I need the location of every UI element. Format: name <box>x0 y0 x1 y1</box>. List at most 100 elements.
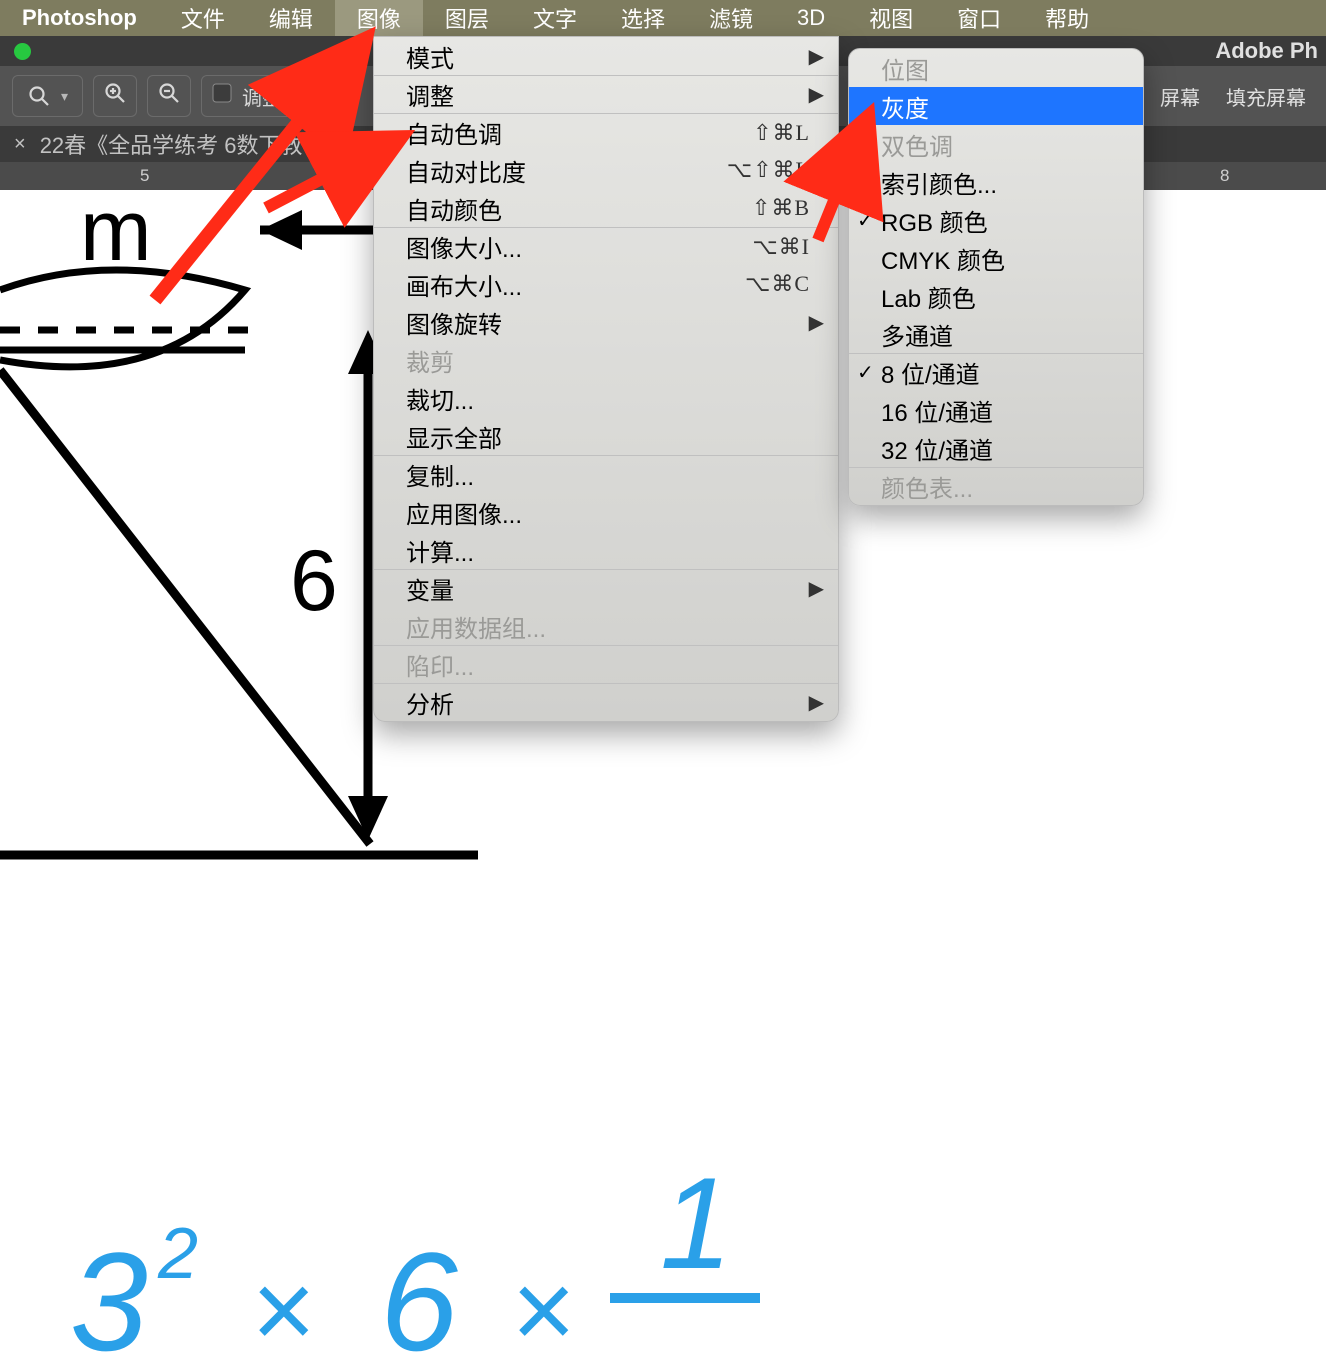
menu-text[interactable]: 文字 <box>511 0 599 36</box>
submenu-arrow-icon: ▶ <box>809 690 824 715</box>
ruler-tick: 5 <box>140 166 149 186</box>
menu-item-label: 索引颜色... <box>881 165 1115 200</box>
menu-edit[interactable]: 编辑 <box>247 0 335 36</box>
menu-item[interactable]: 模式▶ <box>374 37 838 75</box>
menu-layer[interactable]: 图层 <box>423 0 511 36</box>
mode-submenu: 位图灰度双色调索引颜色... ✓ RGB 颜色CMYK 颜色Lab 颜色多通道 ✓ 8 … <box>848 48 1144 506</box>
svg-text:×: × <box>250 1249 314 1360</box>
menu-item-label: 画布大小... <box>406 267 745 302</box>
zoom-tool-selector[interactable]: ▾ <box>12 75 83 117</box>
menu-item: 陷印... <box>374 645 838 683</box>
tab-filename[interactable]: 22春《全品学练考 6数下教 <box>40 128 303 160</box>
menu-item[interactable]: CMYK 颜色 <box>849 239 1143 277</box>
fill-screen-label[interactable]: 填充屏幕 <box>1218 82 1314 111</box>
zoom-out-button[interactable] <box>147 75 191 117</box>
zoom-out-icon <box>157 81 181 111</box>
zoom-in-icon <box>103 81 127 111</box>
menu-item[interactable]: 自动对比度⌥⇧⌘L <box>374 151 838 189</box>
traffic-light-close[interactable] <box>14 43 31 60</box>
ruler-tick: 8 <box>1220 166 1229 186</box>
checkmark-icon: ✓ <box>857 208 874 233</box>
menu-item[interactable]: ✓ RGB 颜色 <box>849 201 1143 239</box>
menu-item-label: 复制... <box>406 457 810 492</box>
menu-item[interactable]: 图像旋转▶ <box>374 303 838 341</box>
menu-item[interactable]: 调整▶ <box>374 75 838 113</box>
menu-file[interactable]: 文件 <box>159 0 247 36</box>
menu-3d[interactable]: 3D <box>775 0 847 36</box>
menu-item-label: 位图 <box>881 51 1115 86</box>
checkmark-icon: ✓ <box>857 360 874 385</box>
menu-shortcut: ⇧⌘B <box>752 195 810 221</box>
menu-item: 应用数据组... <box>374 607 838 645</box>
menu-window[interactable]: 窗口 <box>935 0 1023 36</box>
zoom-in-button[interactable] <box>93 75 137 117</box>
menu-filter[interactable]: 滤镜 <box>687 0 775 36</box>
menu-item-label: 分析 <box>406 685 810 720</box>
menu-item-label: 自动色调 <box>406 115 753 150</box>
menu-item-label: 多通道 <box>881 317 1115 352</box>
menu-item-label: 应用数据组... <box>406 609 810 644</box>
menu-select[interactable]: 选择 <box>599 0 687 36</box>
document-title: Adobe Ph <box>1215 38 1318 64</box>
submenu-arrow-icon: ▶ <box>809 576 824 601</box>
submenu-arrow-icon: ▶ <box>809 44 824 69</box>
menu-item[interactable]: 16 位/通道 <box>849 391 1143 429</box>
fit-screen-label[interactable]: 屏幕 <box>1152 82 1208 111</box>
menu-item-label: 裁剪 <box>406 343 810 378</box>
menu-item[interactable]: 画布大小...⌥⌘C <box>374 265 838 303</box>
menu-item-label: 模式 <box>406 39 810 74</box>
menu-item[interactable]: 图像大小...⌥⌘I <box>374 227 838 265</box>
menu-item[interactable]: 32 位/通道 <box>849 429 1143 467</box>
tab-close-icon[interactable]: × <box>14 133 26 156</box>
artwork-text-6: 6 <box>290 533 338 629</box>
menu-help[interactable]: 帮助 <box>1023 0 1111 36</box>
menu-shortcut: ⇧⌘L <box>753 120 810 146</box>
menu-item[interactable]: 裁切... <box>374 379 838 417</box>
menu-item-label: 调整 <box>406 77 810 112</box>
menu-item-label: 32 位/通道 <box>881 431 1115 466</box>
menu-item[interactable]: 自动色调⇧⌘L <box>374 113 838 151</box>
menu-shortcut: ⌥⇧⌘L <box>727 157 810 183</box>
menu-item[interactable]: 复制... <box>374 455 838 493</box>
adjust-windows-label: 调整 <box>242 82 282 111</box>
menu-shortcut: ⌥⌘C <box>745 271 810 297</box>
menu-item[interactable]: 多通道 <box>849 315 1143 353</box>
menu-item[interactable]: 自动颜色⇧⌘B <box>374 189 838 227</box>
menu-item-label: 图像大小... <box>406 229 752 264</box>
menu-item-label: 16 位/通道 <box>881 393 1115 428</box>
menu-item-label: 双色调 <box>881 127 1115 162</box>
menu-item[interactable]: 应用图像... <box>374 493 838 531</box>
menu-item-label: 应用图像... <box>406 495 810 530</box>
menu-view[interactable]: 视图 <box>847 0 935 36</box>
menu-item-label: 陷印... <box>406 647 810 682</box>
menu-item-label: 显示全部 <box>406 419 810 454</box>
menu-image[interactable]: 图像 <box>335 0 423 36</box>
menu-item-label: 裁切... <box>406 381 810 416</box>
menu-item[interactable]: 灰度 <box>849 87 1143 125</box>
menu-item-label: Lab 颜色 <box>881 279 1115 314</box>
svg-text:1: 1 <box>660 1150 732 1296</box>
menubar: Photoshop 文件 编辑 图像 图层 文字 选择 滤镜 3D 视图 窗口 … <box>0 0 1326 36</box>
svg-text:2: 2 <box>157 1214 198 1294</box>
menubar-app[interactable]: Photoshop <box>0 0 159 36</box>
menu-item[interactable]: 变量▶ <box>374 569 838 607</box>
menu-item[interactable]: 索引颜色... <box>849 163 1143 201</box>
checkbox-icon <box>212 83 232 109</box>
adjust-windows-toggle[interactable]: 调整 <box>201 75 297 117</box>
magnifier-icon <box>27 84 51 108</box>
artwork-text-m: m <box>80 190 152 279</box>
menu-item-label: 颜色表... <box>881 469 1115 504</box>
svg-text:×: × <box>510 1249 574 1360</box>
menu-item[interactable]: 显示全部 <box>374 417 838 455</box>
menu-item[interactable]: Lab 颜色 <box>849 277 1143 315</box>
svg-text:3: 3 <box>70 1223 148 1360</box>
menu-item-label: 自动颜色 <box>406 191 752 226</box>
menu-item-label: RGB 颜色 <box>881 203 1115 238</box>
submenu-arrow-icon: ▶ <box>809 310 824 335</box>
menu-item[interactable]: ✓ 8 位/通道 <box>849 353 1143 391</box>
menu-item-label: 8 位/通道 <box>881 355 1115 390</box>
menu-item[interactable]: 计算... <box>374 531 838 569</box>
menu-item: 裁剪 <box>374 341 838 379</box>
menu-item[interactable]: 分析▶ <box>374 683 838 721</box>
menu-item-label: 计算... <box>406 533 810 568</box>
